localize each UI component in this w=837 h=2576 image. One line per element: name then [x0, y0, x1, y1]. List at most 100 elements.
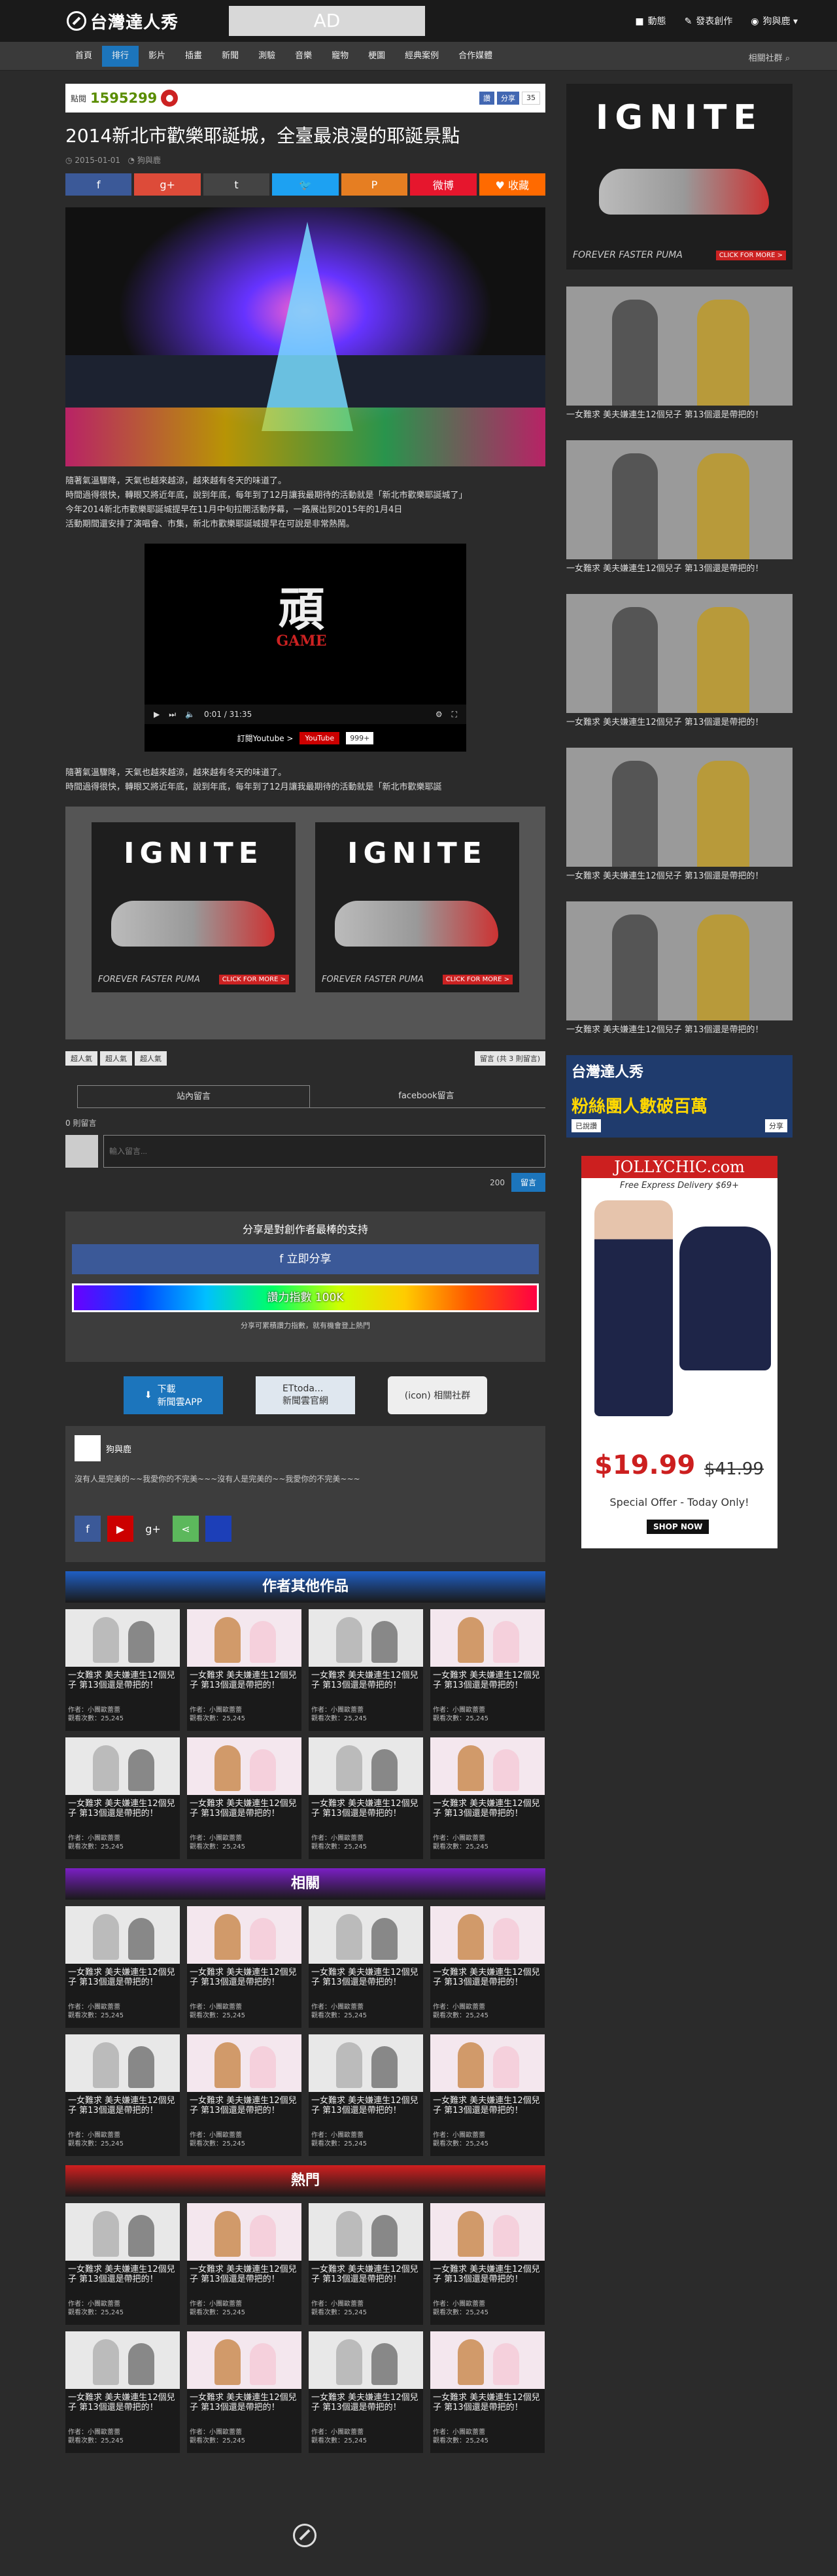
content-card[interactable]: 一女難求 美夫嫌連生12個兒子 第13個還是帶把的！ 作者：小團歐蕾蕾 觀看次數：2…: [430, 2203, 545, 2325]
content-card[interactable]: 一女難求 美夫嫌連生12個兒子 第13個還是帶把的！ 作者：小團歐蕾蕾 觀看次數：2…: [65, 2331, 180, 2453]
card-thumbnail: [187, 1609, 301, 1667]
figure-right: [493, 1918, 519, 1960]
nav-item-3[interactable]: 插畫: [175, 46, 212, 67]
content-card[interactable]: 一女難求 美夫嫌連生12個兒子 第13個還是帶把的！ 作者：小團歐蕾蕾 觀看次數：2…: [65, 1906, 180, 2028]
content-card[interactable]: 一女難求 美夫嫌連生12個兒子 第13個還是帶把的！ 作者：小團歐蕾蕾 觀看次數：2…: [187, 1906, 301, 2028]
content-card[interactable]: 一女難求 美夫嫌連生12個兒子 第13個還是帶把的！ 作者：小團歐蕾蕾 觀看次數：2…: [309, 2203, 423, 2325]
tag-chip[interactable]: 超人氣: [135, 1051, 167, 1066]
share-button-1[interactable]: g+: [134, 173, 201, 196]
author-avatar[interactable]: [75, 1435, 101, 1461]
card-author: 作者：小團歐蕾蕾: [433, 1835, 485, 1842]
fullscreen-icon[interactable]: ⛶: [452, 710, 457, 720]
video-player[interactable]: 頑 GAME ▶ ⏭ 🔈 0:01 / 31:35 ⚙ ⛶ 訂閱Youtube …: [145, 544, 466, 752]
content-card[interactable]: 一女難求 美夫嫌連生12個兒子 第13個還是帶把的！ 作者：小團歐蕾蕾 觀看次數：2…: [187, 2034, 301, 2156]
comment-input[interactable]: [103, 1135, 545, 1168]
share-button-0[interactable]: f: [65, 173, 132, 196]
author-name[interactable]: 狗與鹿: [106, 1442, 131, 1455]
tab-site-comments[interactable]: 站內留言: [77, 1085, 310, 1107]
nav-item-10[interactable]: 合作媒體: [449, 46, 502, 67]
content-card[interactable]: 一女難求 美夫嫌連生12個兒子 第13個還是帶把的！ 作者：小團歐蕾蕾 觀看次數：2…: [65, 2203, 180, 2325]
nav-item-4[interactable]: 新聞: [212, 46, 248, 67]
ad-puma-2[interactable]: IGNITE FOREVER FASTER PUMA CLICK FOR MOR…: [315, 822, 519, 992]
nav-item-9[interactable]: 經典案例: [395, 46, 449, 67]
next-icon[interactable]: ⏭: [169, 710, 176, 720]
nav-post[interactable]: ✎ 發表創作: [685, 14, 733, 27]
fb-share-button[interactable]: 分享: [497, 92, 519, 105]
content-card[interactable]: 一女難求 美夫嫌連生12個兒子 第13個還是帶把的！ 作者：小團歐蕾蕾 觀看次數：2…: [309, 2331, 423, 2453]
card-title: 一女難求 美夫嫌連生12個兒子 第13個還是帶把的！: [311, 2265, 418, 2284]
content-card[interactable]: 一女難求 美夫嫌連生12個兒子 第13個還是帶把的！ 作者：小團歐蕾蕾 觀看次數：2…: [430, 2331, 545, 2453]
share-icon[interactable]: ⋖: [173, 1516, 199, 1542]
content-card[interactable]: 一女難求 美夫嫌連生12個兒子 第13個還是帶把的！ 作者：小團歐蕾蕾 觀看次數：2…: [309, 1906, 423, 2028]
nav-item-2[interactable]: 影片: [139, 46, 175, 67]
content-card[interactable]: 一女難求 美夫嫌連生12個兒子 第13個還是帶把的！ 作者：小團歐蕾蕾 觀看次數：2…: [65, 1737, 180, 1859]
comment-count-button[interactable]: 留言 (共 3 則留言): [474, 1051, 545, 1066]
shop-now-button[interactable]: SHOP NOW: [647, 1520, 709, 1534]
content-card[interactable]: 一女難求 美夫嫌連生12個兒子 第13個還是帶把的！ 作者：小團歐蕾蕾 觀看次數：2…: [65, 1609, 180, 1731]
jollychic-ad[interactable]: JOLLYCHIC.com Free Express Delivery $69+…: [581, 1156, 777, 1548]
nav-item-0[interactable]: 首頁: [65, 46, 102, 67]
nav-search[interactable]: 相關社群 ⌕: [749, 51, 790, 63]
content-card[interactable]: 一女難求 美夫嫌連生12個兒子 第13個還是帶把的！ 作者：小團歐蕾蕾 觀看次數：2…: [187, 1737, 301, 1859]
nav-item-7[interactable]: 寵物: [322, 46, 358, 67]
dress-image: [679, 1227, 771, 1370]
sidebar-ad[interactable]: IGNITE FOREVER FASTER PUMA CLICK FOR MOR…: [566, 84, 793, 270]
googleplus-icon[interactable]: g+: [140, 1516, 166, 1542]
nav-activity[interactable]: ■ 動態: [635, 14, 666, 27]
content-card[interactable]: 一女難求 美夫嫌連生12個兒子 第13個還是帶把的！ 作者：小團歐蕾蕾 觀看次數：2…: [187, 2331, 301, 2453]
blog-icon[interactable]: [205, 1516, 231, 1542]
settings-icon[interactable]: ⚙: [436, 710, 443, 719]
nav-item-5[interactable]: 測驗: [248, 46, 285, 67]
nav-item-8[interactable]: 梗圖: [358, 46, 395, 67]
support-box: 分享是對創作者最棒的支持 f 立即分享 讚力指數 100K 分享可累積讚力指數，…: [65, 1211, 545, 1362]
content-card[interactable]: 一女難求 美夫嫌連生12個兒子 第13個還是帶把的！ 作者：小團歐蕾蕾 觀看次數：2…: [309, 2034, 423, 2156]
share-button-2[interactable]: t: [203, 173, 270, 196]
liked-button[interactable]: 已說讚: [572, 1119, 601, 1132]
sidebar-item[interactable]: 一女難求 美夫嫌連生12個兒子 第13個還是帶把的！: [566, 287, 793, 421]
card-thumbnail: [187, 1737, 301, 1795]
article-author[interactable]: 狗與鹿: [137, 156, 161, 165]
sidebar-item[interactable]: 一女難求 美夫嫌連生12個兒子 第13個還是帶把的！: [566, 901, 793, 1036]
nav-user[interactable]: ◉ 狗與鹿 ▾: [751, 14, 798, 27]
footer-logo-icon[interactable]: [293, 2524, 316, 2547]
content-card[interactable]: 一女難求 美夫嫌連生12個兒子 第13個還是帶把的！ 作者：小團歐蕾蕾 觀看次數：2…: [430, 1906, 545, 2028]
download-app-button[interactable]: ⬇ 下載 新聞雲APP: [124, 1376, 223, 1414]
content-card[interactable]: 一女難求 美夫嫌連生12個兒子 第13個還是帶把的！ 作者：小團歐蕾蕾 觀看次數：2…: [187, 1609, 301, 1731]
share-button[interactable]: 分享: [765, 1119, 787, 1132]
fanpage-banner[interactable]: 台灣達人秀 粉絲團人數破百萬 已說讚 分享: [566, 1055, 793, 1138]
content-card[interactable]: 一女難求 美夫嫌連生12個兒子 第13個還是帶把的！ 作者：小團歐蕾蕾 觀看次數：2…: [309, 1609, 423, 1731]
play-icon[interactable]: ▶: [154, 710, 160, 719]
sidebar-item[interactable]: 一女難求 美夫嫌連生12個兒子 第13個還是帶把的！: [566, 594, 793, 728]
community-button[interactable]: (icon) 相關社群: [388, 1376, 487, 1414]
share-button-5[interactable]: 微博: [410, 173, 477, 196]
content-card[interactable]: 一女難求 美夫嫌連生12個兒子 第13個還是帶把的！ 作者：小團歐蕾蕾 觀看次數：2…: [430, 1609, 545, 1731]
sidebar-item[interactable]: 一女難求 美夫嫌連生12個兒子 第13個還是帶把的！: [566, 440, 793, 574]
nav-item-6[interactable]: 音樂: [285, 46, 322, 67]
fb-like-button[interactable]: 讚: [479, 92, 494, 105]
comment-submit-button[interactable]: 留言: [511, 1173, 545, 1192]
volume-icon[interactable]: 🔈: [185, 710, 195, 719]
content-card[interactable]: 一女難求 美夫嫌連生12個兒子 第13個還是帶把的！ 作者：小團歐蕾蕾 觀看次數：2…: [187, 2203, 301, 2325]
content-card[interactable]: 一女難求 美夫嫌連生12個兒子 第13個還是帶把的！ 作者：小團歐蕾蕾 觀看次數：2…: [430, 1737, 545, 1859]
nav-item-1[interactable]: 排行: [102, 46, 139, 67]
ad-puma-1[interactable]: IGNITE FOREVER FASTER PUMA CLICK FOR MOR…: [92, 822, 296, 992]
fb-like-widget[interactable]: 讚 分享 35: [479, 92, 540, 105]
tag-chip[interactable]: 超人氣: [65, 1051, 97, 1066]
content-card[interactable]: 一女難求 美夫嫌連生12個兒子 第13個還是帶把的！ 作者：小團歐蕾蕾 觀看次數：2…: [65, 2034, 180, 2156]
youtube-button[interactable]: YouTube: [299, 731, 340, 744]
site-logo[interactable]: 台灣達人秀: [67, 10, 179, 33]
ettoday-button[interactable]: ETtoda... 新聞雲官網: [256, 1376, 355, 1414]
content-card[interactable]: 一女難求 美夫嫌連生12個兒子 第13個還是帶把的！ 作者：小團歐蕾蕾 觀看次數：2…: [430, 2034, 545, 2156]
share-button-6[interactable]: ♥ 收藏: [479, 173, 545, 196]
figure-right: [371, 2046, 398, 2088]
sidebar-item[interactable]: 一女難求 美夫嫌連生12個兒子 第13個還是帶把的！: [566, 748, 793, 882]
share-button-4[interactable]: P: [341, 173, 408, 196]
content-card[interactable]: 一女難求 美夫嫌連生12個兒子 第13個還是帶把的！ 作者：小團歐蕾蕾 觀看次數：2…: [309, 1737, 423, 1859]
header-ad-banner[interactable]: AD: [229, 6, 425, 36]
facebook-icon[interactable]: f: [75, 1516, 101, 1542]
fb-share-now-button[interactable]: f 立即分享: [72, 1244, 539, 1274]
share-button-3[interactable]: 🐦: [272, 173, 339, 196]
tab-facebook-comments[interactable]: facebook留言: [310, 1085, 543, 1107]
youtube-icon[interactable]: ▶: [107, 1516, 133, 1542]
tag-chip[interactable]: 超人氣: [100, 1051, 132, 1066]
